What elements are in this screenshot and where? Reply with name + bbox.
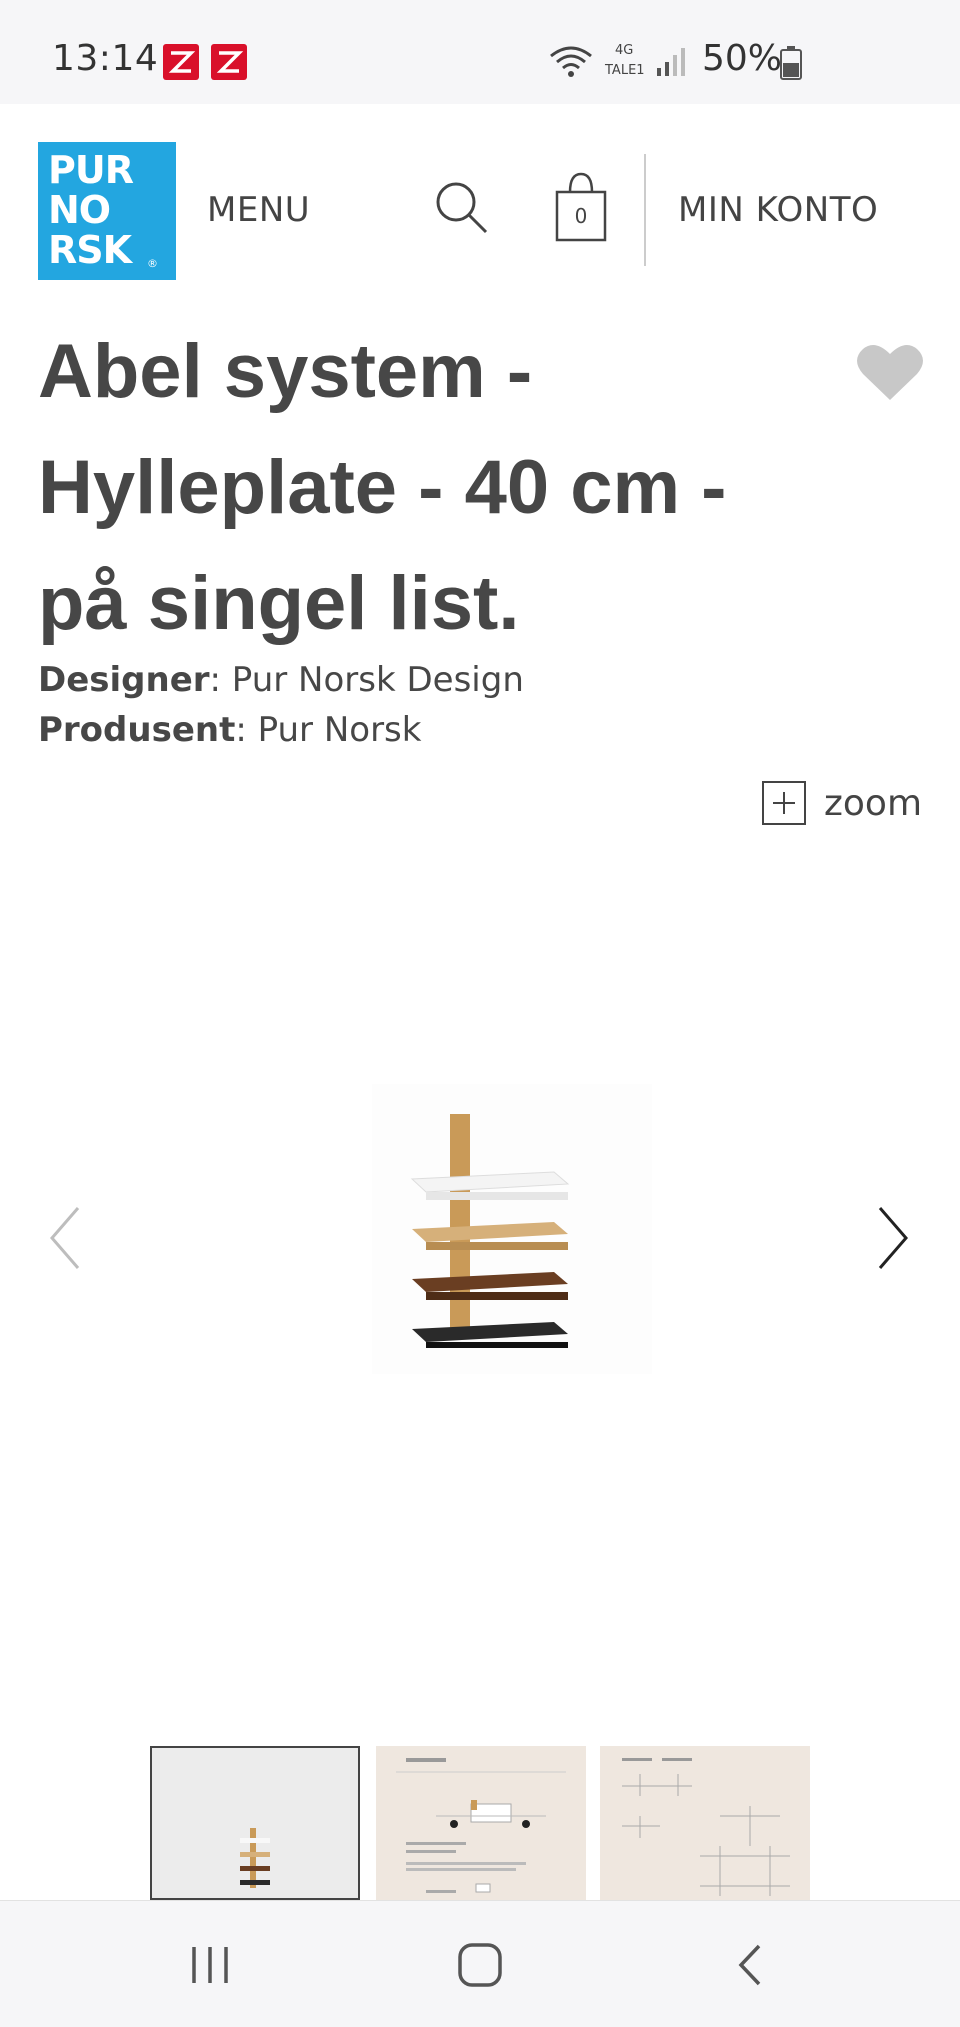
producer-line: Produsent: Pur Norsk [38, 710, 421, 750]
logo-wordmark: PUR NO RSK [48, 148, 134, 272]
heart-icon[interactable] [855, 342, 925, 404]
wifi-icon [548, 44, 594, 84]
zoom-button[interactable]: zoom [762, 778, 922, 828]
header-divider [644, 154, 646, 266]
system-nav-bar [0, 1900, 960, 2027]
network-indicator: 4G TALE1 [603, 43, 647, 83]
back-icon[interactable] [680, 1901, 820, 2027]
registered-mark: ® [147, 257, 158, 270]
notification-badge-icon [163, 44, 199, 80]
chevron-right-icon[interactable] [868, 1198, 918, 1278]
notification-badge-icon [211, 44, 247, 80]
thumbnail-3[interactable] [600, 1746, 810, 1900]
thumbnail-1[interactable] [150, 1746, 360, 1900]
thumbnail-2[interactable] [376, 1746, 586, 1900]
search-icon[interactable] [432, 178, 492, 238]
designer-line: Designer: Pur Norsk Design [38, 660, 524, 700]
status-time: 13:14 [52, 38, 159, 79]
recent-apps-icon[interactable] [140, 1901, 280, 2027]
pur-norsk-logo[interactable]: PUR NO RSK ® [38, 142, 176, 280]
cart-button[interactable]: 0 [554, 170, 608, 244]
network-type: 4G [615, 43, 634, 58]
site-header: PUR NO RSK ® MENU 0 MIN KONTO [0, 104, 960, 314]
battery-percent: 50% [702, 38, 783, 79]
producer-label: Produsent [38, 710, 236, 750]
product-title: Abel system - Hylleplate - 40 cm - på si… [38, 329, 727, 646]
carrier-label: TALE1 [605, 63, 645, 78]
home-icon[interactable] [410, 1901, 550, 2027]
thumbnail-strip [0, 1746, 960, 1900]
signal-icon [655, 46, 687, 82]
producer-value: : Pur Norsk [235, 710, 422, 750]
status-bar: 13:14 4G TALE1 50% [0, 0, 960, 104]
my-account-button[interactable]: MIN KONTO [678, 190, 878, 230]
zoom-plus-icon [762, 781, 806, 825]
cart-count: 0 [574, 204, 588, 228]
menu-button[interactable]: MENU [207, 190, 310, 230]
chevron-left-icon[interactable] [40, 1198, 90, 1278]
designer-value: : Pur Norsk Design [209, 660, 524, 700]
product-gallery [0, 840, 960, 1680]
designer-label: Designer [38, 660, 210, 700]
product-image[interactable] [372, 1084, 652, 1374]
zoom-label: zoom [824, 782, 923, 824]
battery-icon [780, 46, 802, 84]
